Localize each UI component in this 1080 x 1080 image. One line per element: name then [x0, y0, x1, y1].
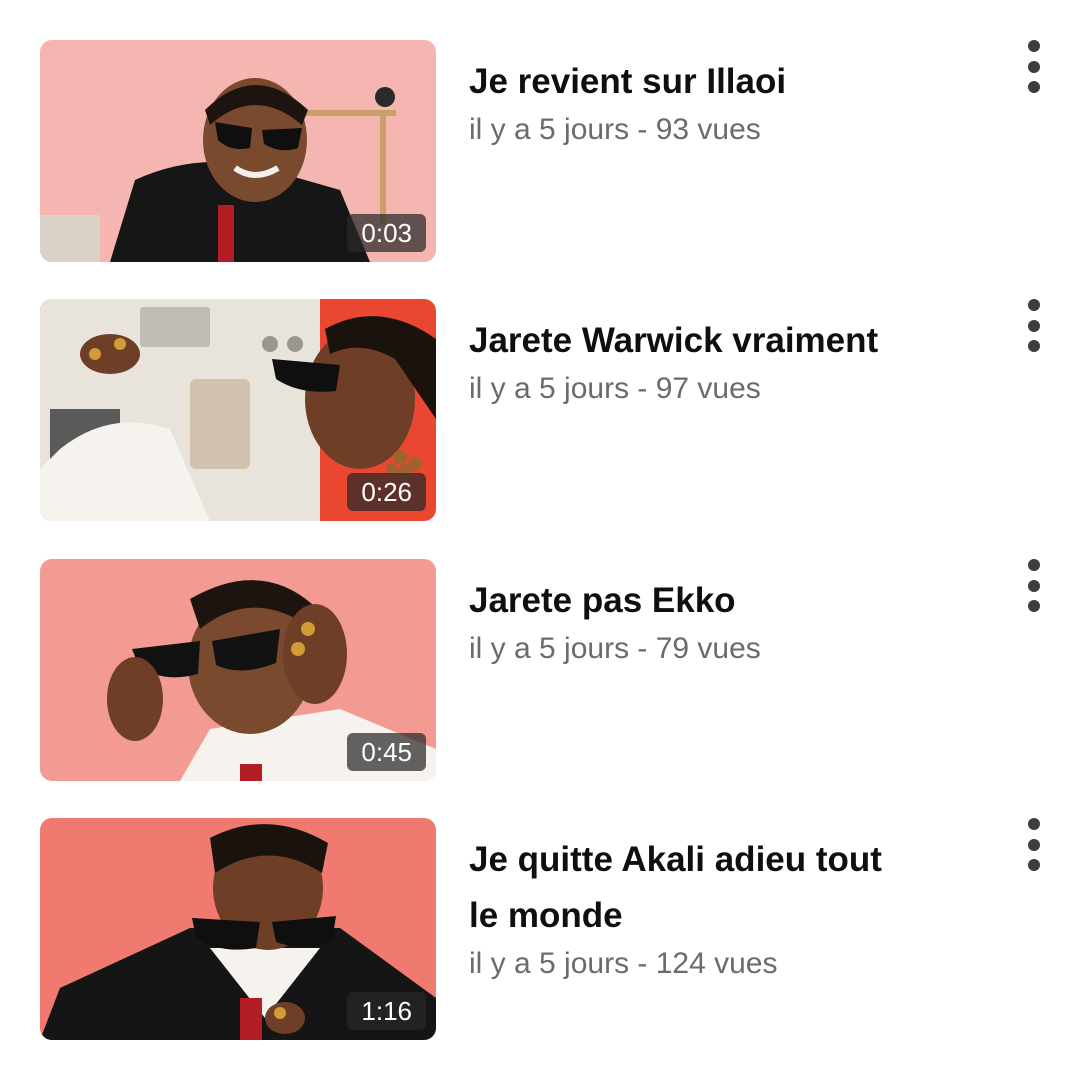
video-title[interactable]: Jarete pas Ekko — [469, 573, 989, 629]
video-meta: il y a 5 jours - 79 vues — [469, 632, 761, 665]
video-item[interactable]: 0:26 Jarete Warwick vraiment il y a 5 jo… — [0, 299, 1080, 521]
duration-badge: 0:03 — [347, 214, 426, 252]
video-title[interactable]: Jarete Warwick vraiment — [469, 313, 989, 369]
video-meta: il y a 5 jours - 93 vues — [469, 113, 761, 146]
video-info: Jarete pas Ekko il y a 5 jours - 79 vues — [469, 573, 989, 669]
video-info: Jarete Warwick vraiment il y a 5 jours -… — [469, 313, 989, 409]
more-options-button[interactable] — [1010, 40, 1058, 100]
video-info: Je quitte Akali adieu tout le monde il y… — [469, 832, 989, 984]
duration-badge: 0:26 — [347, 473, 426, 511]
video-thumbnail[interactable]: 0:26 — [40, 299, 436, 521]
duration-badge: 0:45 — [347, 733, 426, 771]
video-title[interactable]: Je revient sur Illaoi — [469, 54, 989, 110]
video-meta: il y a 5 jours - 124 vues — [469, 947, 778, 980]
more-options-button[interactable] — [1010, 818, 1058, 878]
duration-badge: 1:16 — [347, 992, 426, 1030]
video-item[interactable]: 1:16 Je quitte Akali adieu tout le monde… — [0, 818, 1080, 1040]
video-meta: il y a 5 jours - 97 vues — [469, 372, 761, 405]
more-options-button[interactable] — [1010, 559, 1058, 619]
video-item[interactable]: 0:45 Jarete pas Ekko il y a 5 jours - 79… — [0, 559, 1080, 781]
video-list: 0:03 Je revient sur Illaoi il y a 5 jour… — [0, 0, 1080, 1080]
more-options-button[interactable] — [1010, 299, 1058, 359]
video-thumbnail[interactable]: 1:16 — [40, 818, 436, 1040]
video-title[interactable]: Je quitte Akali adieu tout le monde — [469, 832, 889, 944]
video-item[interactable]: 0:03 Je revient sur Illaoi il y a 5 jour… — [0, 40, 1080, 262]
video-info: Je revient sur Illaoi il y a 5 jours - 9… — [469, 54, 989, 150]
video-thumbnail[interactable]: 0:45 — [40, 559, 436, 781]
video-thumbnail[interactable]: 0:03 — [40, 40, 436, 262]
